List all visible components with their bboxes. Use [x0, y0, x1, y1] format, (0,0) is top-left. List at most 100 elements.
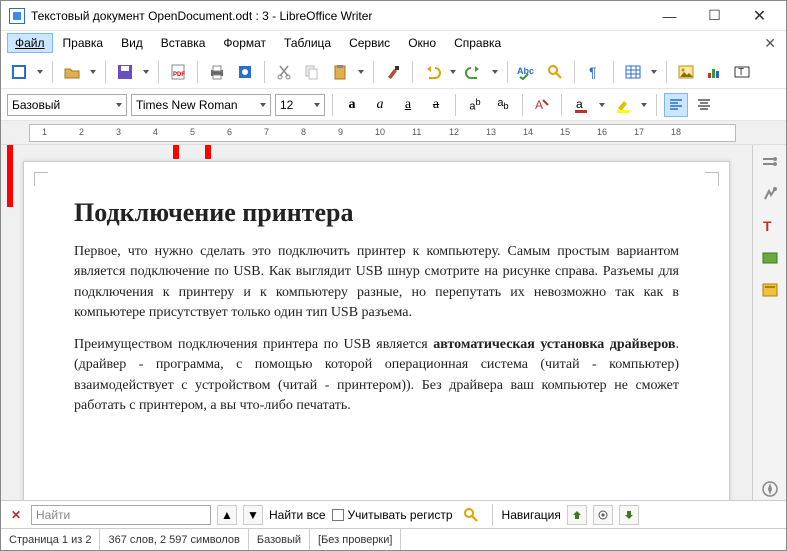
superscript-button[interactable]: ab [463, 93, 487, 117]
ruler-mark: 6 [227, 127, 232, 137]
spellcheck-icon[interactable]: Abc [515, 60, 539, 84]
ruler-mark: 11 [412, 127, 421, 137]
paragraph-text[interactable]: Преимуществом подключения принтера по US… [74, 335, 679, 416]
undo-icon[interactable] [420, 60, 444, 84]
font-name-combo[interactable]: Times New Roman [131, 94, 271, 116]
ruler-mark: 12 [449, 127, 459, 137]
open-dropdown[interactable] [88, 70, 98, 74]
font-size-combo[interactable]: 12 [275, 94, 325, 116]
copy-icon[interactable] [300, 60, 324, 84]
ruler-mark: 16 [597, 127, 607, 137]
redo-dropdown[interactable] [490, 70, 500, 74]
document-page[interactable]: Подключение принтера Первое, что нужно с… [23, 161, 730, 500]
font-color-dropdown[interactable] [597, 103, 607, 107]
find-prev-button[interactable]: ▲ [217, 505, 237, 525]
insert-chart-icon[interactable] [702, 60, 726, 84]
minimize-button[interactable]: — [647, 2, 692, 30]
close-button[interactable]: ✕ [737, 2, 782, 30]
gallery-panel-icon[interactable] [759, 247, 781, 269]
menu-file[interactable]: Файл [7, 33, 53, 53]
menu-service[interactable]: Сервис [341, 33, 398, 53]
navigation-label: Навигация [502, 508, 561, 522]
menu-window[interactable]: Окно [400, 33, 444, 53]
match-case-checkbox[interactable]: Учитывать регистр [332, 508, 453, 522]
open-icon[interactable] [60, 60, 84, 84]
page-margin-corner [34, 172, 48, 186]
page-margin-corner [705, 172, 719, 186]
strikethrough-button[interactable]: a [424, 93, 448, 117]
paragraph-style-combo[interactable]: Базовый [7, 94, 127, 116]
maximize-button[interactable]: ☐ [692, 2, 737, 30]
insert-textbox-icon[interactable]: T [730, 60, 754, 84]
cut-icon[interactable] [272, 60, 296, 84]
document-icon [9, 8, 25, 24]
nav-prev-button[interactable] [567, 505, 587, 525]
ruler-mark: 3 [116, 127, 121, 137]
close-doc-button[interactable]: ✕ [764, 35, 780, 52]
save-dropdown[interactable] [141, 70, 151, 74]
paragraph-text[interactable]: Первое, что нужно сделать это подключить… [74, 242, 679, 323]
work-area: Подключение принтера Первое, что нужно с… [1, 145, 786, 500]
nav-next-button[interactable] [619, 505, 639, 525]
export-pdf-icon[interactable]: PDF [166, 60, 190, 84]
align-center-button[interactable] [692, 93, 716, 117]
highlight-dropdown[interactable] [639, 103, 649, 107]
print-icon[interactable] [205, 60, 229, 84]
menu-view[interactable]: Вид [113, 33, 151, 53]
menu-edit[interactable]: Правка [55, 33, 112, 53]
save-icon[interactable] [113, 60, 137, 84]
align-left-button[interactable] [664, 93, 688, 117]
find-all-button[interactable]: Найти все [269, 508, 326, 522]
insert-image-icon[interactable] [674, 60, 698, 84]
find-replace-icon[interactable] [543, 60, 567, 84]
nav-target-button[interactable] [593, 505, 613, 525]
sidebar: T [752, 145, 786, 500]
status-style[interactable]: Базовый [249, 529, 310, 550]
format-paintbrush-icon[interactable] [381, 60, 405, 84]
status-page[interactable]: Страница 1 из 2 [1, 529, 100, 550]
status-spellcheck[interactable]: [Без проверки] [310, 529, 401, 550]
italic-button[interactable]: a [368, 93, 392, 117]
status-bar: Страница 1 из 2 367 слов, 2 597 символов… [1, 528, 786, 550]
subscript-button[interactable]: ab [491, 93, 515, 117]
menu-table[interactable]: Таблица [276, 33, 339, 53]
table-dropdown[interactable] [649, 70, 659, 74]
underline-button[interactable]: a [396, 93, 420, 117]
sidebar-settings-icon[interactable] [759, 151, 781, 173]
navigator-panel-icon[interactable] [759, 279, 781, 301]
menu-help[interactable]: Справка [446, 33, 509, 53]
close-findbar-button[interactable]: ✕ [7, 508, 25, 522]
nonprinting-chars-icon[interactable]: ¶ [582, 60, 606, 84]
menu-format[interactable]: Формат [215, 33, 274, 53]
paste-icon[interactable] [328, 60, 352, 84]
menu-insert[interactable]: Вставка [153, 33, 214, 53]
clear-formatting-button[interactable]: A [530, 93, 554, 117]
properties-panel-icon[interactable] [759, 183, 781, 205]
new-dropdown[interactable] [35, 70, 45, 74]
ruler-mark: 8 [301, 127, 306, 137]
document-viewport[interactable]: Подключение принтера Первое, что нужно с… [1, 145, 752, 500]
title-bar: Текстовый документ OpenDocument.odt : 3 … [1, 1, 786, 31]
undo-dropdown[interactable] [448, 70, 458, 74]
find-replace-shortcut-icon[interactable] [459, 503, 483, 527]
new-document-icon[interactable] [7, 60, 31, 84]
bold-button[interactable]: a [340, 93, 364, 117]
compass-panel-icon[interactable] [759, 478, 781, 500]
styles-panel-icon[interactable]: T [759, 215, 781, 237]
svg-text:T: T [738, 67, 744, 78]
window-title: Текстовый документ OpenDocument.odt : 3 … [31, 9, 647, 23]
find-next-button[interactable]: ▼ [243, 505, 263, 525]
print-preview-icon[interactable] [233, 60, 257, 84]
ruler-mark: 1 [42, 127, 47, 137]
status-word-count[interactable]: 367 слов, 2 597 символов [100, 529, 248, 550]
font-color-button[interactable]: a [569, 93, 593, 117]
redo-icon[interactable] [462, 60, 486, 84]
insert-table-icon[interactable] [621, 60, 645, 84]
horizontal-ruler[interactable]: 123456789101112131415161718 [29, 124, 736, 142]
ruler-mark: 4 [153, 127, 158, 137]
svg-text:T: T [763, 218, 772, 234]
find-input[interactable]: Найти [31, 505, 211, 525]
highlight-color-button[interactable] [611, 93, 635, 117]
paste-dropdown[interactable] [356, 70, 366, 74]
heading-text[interactable]: Подключение принтера [74, 198, 679, 228]
